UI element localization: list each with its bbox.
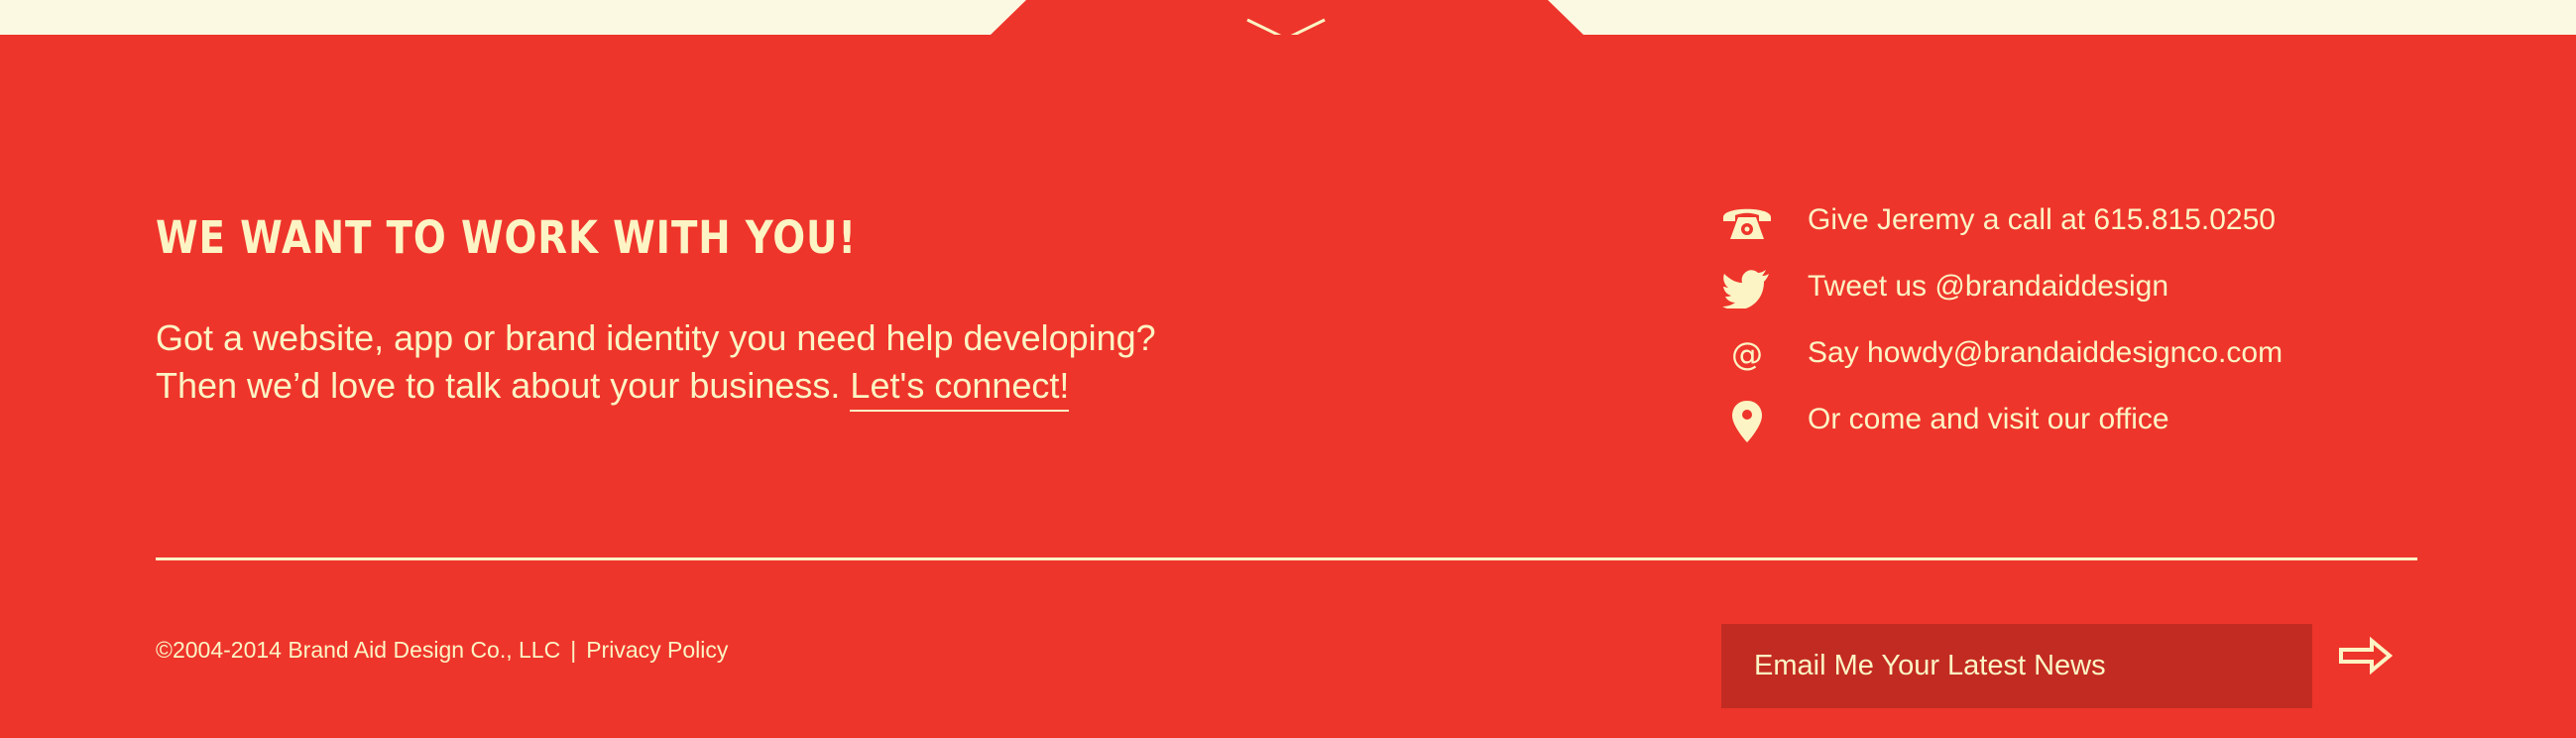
at-sign-icon: @: [1715, 331, 1779, 379]
separator: |: [570, 637, 577, 663]
newsletter-email-input[interactable]: [1721, 624, 2312, 708]
arrow-right-icon: [2339, 636, 2394, 676]
contact-twitter-text[interactable]: Tweet us @brandaiddesign: [1808, 270, 2168, 304]
intro-text: Got a website, app or brand identity you…: [156, 314, 1156, 412]
intro-line-2-text: Then we’d love to talk about your busine…: [156, 365, 841, 406]
contact-phone-text[interactable]: Give Jeremy a call at 615.815.0250: [1808, 203, 2276, 237]
intro-line-2: Then we’d love to talk about your busine…: [156, 362, 1156, 412]
intro-line-1: Got a website, app or brand identity you…: [156, 317, 1156, 358]
phone-icon: [1715, 198, 1779, 246]
copyright-bar: ©2004-2014 Brand Aid Design Co., LLC | Pri…: [156, 637, 728, 664]
lets-connect-link[interactable]: Let's connect!: [850, 365, 1070, 412]
page: WE WANT TO WORK WITH YOU! Got a website,…: [0, 0, 2576, 738]
copyright-text: ©2004-2014 Brand Aid Design Co., LLC: [156, 637, 561, 663]
contact-office-text[interactable]: Or come and visit our office: [1808, 403, 2169, 436]
contact-email-text[interactable]: Say howdy@brandaiddesignco.com: [1808, 336, 2283, 370]
privacy-policy-link[interactable]: Privacy Policy: [586, 637, 728, 663]
map-pin-icon: [1715, 398, 1779, 445]
footer-divider: [156, 557, 2417, 560]
newsletter-submit-button[interactable]: [2338, 636, 2394, 676]
footer-heading: WE WANT TO WORK WITH YOU!: [156, 211, 857, 264]
svg-text:@: @: [1731, 335, 1763, 373]
twitter-bird-icon: [1715, 265, 1779, 312]
